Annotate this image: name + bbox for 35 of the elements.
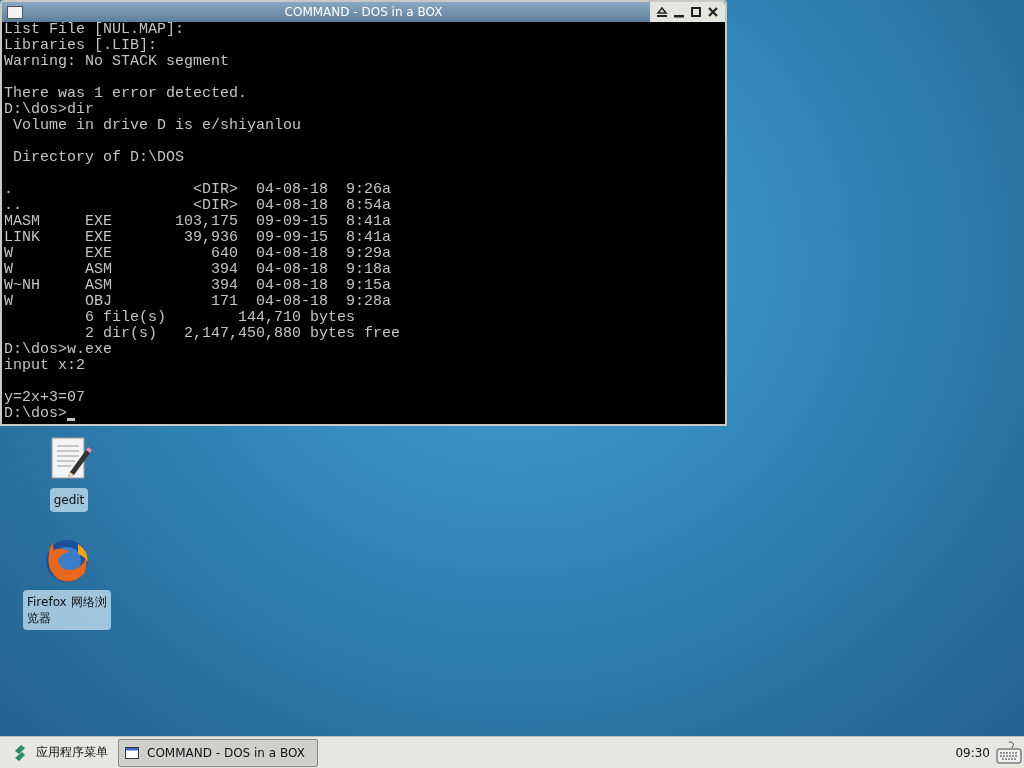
shade-icon[interactable] — [656, 6, 668, 18]
terminal-line: W ASM 394 04-08-18 9:18a — [4, 262, 392, 278]
desktop-icon-label[interactable]: Firefox 网络浏览器 — [23, 590, 111, 630]
terminal-line: . <DIR> 04-08-18 9:26a — [4, 182, 392, 198]
terminal-line: MASM EXE 103,175 09-09-15 8:41a — [4, 214, 392, 230]
terminal-line: There was 1 error detected. — [4, 86, 248, 102]
applications-menu[interactable]: 应用程序菜单 — [10, 744, 112, 761]
clock-time: 09:30 — [955, 745, 990, 760]
taskbar-window-button[interactable]: COMMAND - DOS in a BOX — [118, 738, 318, 767]
globe-fox-icon[interactable] — [44, 538, 90, 584]
keyboard-icon[interactable] — [996, 739, 1022, 766]
terminal-line: W~NH ASM 394 04-08-18 9:15a — [4, 278, 392, 294]
leaf-icon — [14, 744, 26, 761]
terminal-line: Warning: No STACK segment — [4, 54, 230, 70]
terminal-line: Volume in drive D is e/shiyanlou — [12, 118, 302, 134]
maximize-icon[interactable] — [690, 6, 702, 18]
terminal-line: y=2x+3=07 — [4, 390, 85, 406]
desktop-icon-label[interactable]: gedit — [49, 488, 89, 512]
terminal-line: D:\dos>dir — [4, 102, 94, 118]
terminal-line: 6 file(s) 144,710 bytes — [84, 310, 356, 326]
terminal-line: 2 dir(s) 2,147,450,880 bytes free — [84, 326, 401, 342]
terminal-line: Libraries [.LIB]: — [4, 38, 158, 54]
terminal-line: LINK EXE 39,936 09-09-15 8:41a — [4, 230, 392, 246]
window-icon — [125, 746, 139, 759]
terminal-line: .. <DIR> 04-08-18 8:54a — [4, 198, 392, 214]
terminal-line: List File [NUL.MAP]: — [4, 22, 185, 38]
terminal-line: input x:2 — [4, 358, 85, 374]
terminal-line: Directory of D:\DOS — [12, 150, 185, 166]
window-menu-icon[interactable] — [7, 5, 23, 19]
terminal-line: W OBJ 171 04-08-18 9:28a — [4, 294, 392, 310]
terminal-line: D:\dos>w.exe — [4, 342, 113, 358]
close-icon[interactable] — [707, 6, 719, 18]
terminal-line: D:\dos> — [4, 406, 67, 422]
window-title: COMMAND - DOS in a BOX — [284, 5, 443, 19]
terminal-line: W EXE 640 04-08-18 9:29a — [4, 246, 392, 262]
